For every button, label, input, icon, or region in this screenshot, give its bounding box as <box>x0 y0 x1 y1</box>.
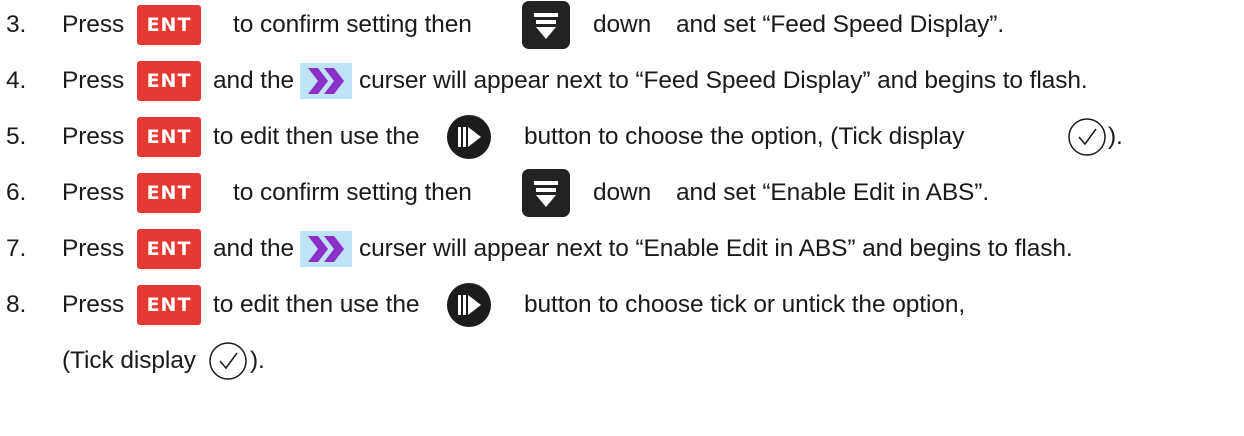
step-8-continuation: (Tick display ). <box>0 336 1244 386</box>
step-text: Press <box>62 179 125 206</box>
step-6: 6. Press ENT to confirm setting then dow… <box>0 168 1244 218</box>
step-text: button to choose the option, (Tick displ… <box>524 123 965 150</box>
step-text: curser will appear next to “Feed Speed D… <box>359 67 1088 94</box>
step-number: 4. <box>6 67 27 94</box>
ent-button: ENT <box>137 61 201 101</box>
step-text: Press <box>62 11 125 38</box>
step-number: 3. <box>6 11 27 38</box>
step-7: 7. Press ENT and the curser will appear … <box>0 224 1244 274</box>
step-text: to confirm setting then <box>233 179 472 206</box>
down-arrow-icon <box>522 169 570 217</box>
step-4: 4. Press ENT and the curser will appear … <box>0 56 1244 106</box>
step-number: 6. <box>6 179 27 206</box>
step-8: 8. Press ENT to edit then use the button… <box>0 280 1244 330</box>
ent-button: ENT <box>137 5 201 45</box>
step-text: to edit then use the <box>213 291 420 318</box>
step-3: 3. Press ENT to confirm setting then dow… <box>0 0 1244 50</box>
double-chevron-cursor-icon <box>300 63 352 99</box>
down-arrow-icon <box>522 1 570 49</box>
step-text: Press <box>62 291 125 318</box>
ent-button: ENT <box>137 229 201 269</box>
step-5: 5. Press ENT to edit then use the button… <box>0 112 1244 162</box>
step-text: to confirm setting then <box>233 11 472 38</box>
step-number: 5. <box>6 123 27 150</box>
ent-button: ENT <box>137 117 201 157</box>
step-text: ). <box>1108 123 1123 150</box>
step-text: down <box>593 11 652 38</box>
step-number: 7. <box>6 235 27 262</box>
step-text: to edit then use the <box>213 123 420 150</box>
step-text: and the <box>213 235 295 262</box>
step-text: Press <box>62 123 125 150</box>
tick-circle-icon <box>1067 117 1107 157</box>
toggle-play-icon <box>447 115 491 159</box>
step-text: curser will appear next to “Enable Edit … <box>359 235 1073 262</box>
step-text: ). <box>250 347 265 374</box>
step-text: button to choose tick or untick the opti… <box>524 291 966 318</box>
step-text: and set “Feed Speed Display”. <box>676 11 1005 38</box>
toggle-play-icon <box>447 283 491 327</box>
tick-circle-icon <box>208 341 248 381</box>
step-text: Press <box>62 67 125 94</box>
step-number: 8. <box>6 291 27 318</box>
step-text: down <box>593 179 652 206</box>
step-text: Press <box>62 235 125 262</box>
step-text: and the <box>213 67 295 94</box>
ent-button: ENT <box>137 285 201 325</box>
step-text: and set “Enable Edit in ABS”. <box>676 179 990 206</box>
ent-button: ENT <box>137 173 201 213</box>
step-text: (Tick display <box>62 347 196 374</box>
double-chevron-cursor-icon <box>300 231 352 267</box>
